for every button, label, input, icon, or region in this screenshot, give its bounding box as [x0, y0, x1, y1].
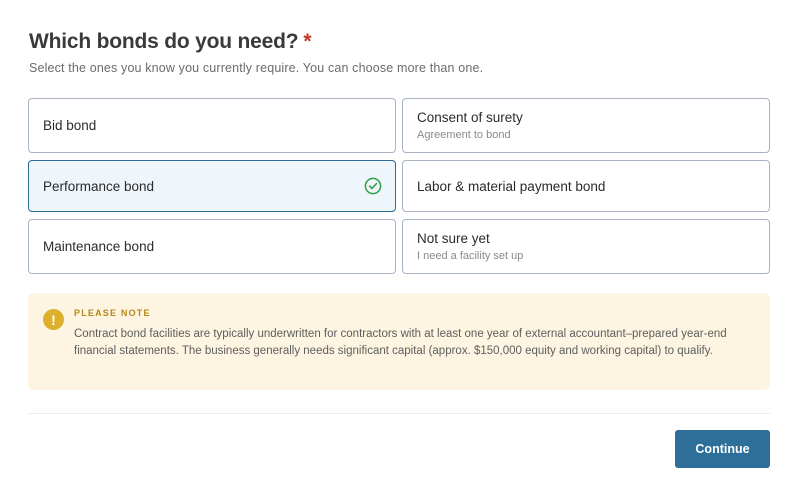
option-performance-bond[interactable]: Performance bond — [28, 160, 396, 212]
exclamation-icon: ! — [43, 309, 64, 330]
option-label: Maintenance bond — [43, 239, 155, 254]
option-label: Bid bond — [43, 118, 97, 133]
option-maintenance-bond[interactable]: Maintenance bond — [28, 219, 396, 274]
check-circle-icon — [364, 177, 382, 195]
option-not-sure-yet[interactable]: Not sure yet I need a facility set up — [402, 219, 770, 274]
option-sublabel: I need a facility set up — [417, 250, 524, 262]
page-subtitle: Select the ones you know you currently r… — [29, 61, 484, 75]
note-body: Contract bond facilities are typically u… — [74, 328, 727, 357]
required-indicator: * — [303, 30, 312, 53]
option-label: Performance bond — [43, 178, 155, 194]
divider — [28, 413, 770, 414]
option-label: Labor & material payment bond — [417, 178, 606, 194]
option-bid-bond[interactable]: Bid bond — [28, 98, 396, 153]
continue-button[interactable]: Continue — [675, 430, 770, 468]
bond-options-grid: Bid bond Consent of surety Agreement to … — [28, 98, 770, 274]
note-heading: PLEASE NOTE — [74, 308, 151, 318]
page-title-text: Which bonds do you need? — [29, 30, 299, 53]
option-label: Not sure yet — [417, 231, 490, 246]
option-consent-of-surety[interactable]: Consent of surety Agreement to bond — [402, 98, 770, 153]
option-labor-material-payment-bond[interactable]: Labor & material payment bond — [402, 160, 770, 212]
option-label: Consent of surety — [417, 110, 523, 125]
option-sublabel: Agreement to bond — [417, 129, 511, 141]
page-title: Which bonds do you need? * — [29, 30, 312, 54]
please-note-callout: ! PLEASE NOTE Contract bond facilities a… — [28, 293, 770, 390]
